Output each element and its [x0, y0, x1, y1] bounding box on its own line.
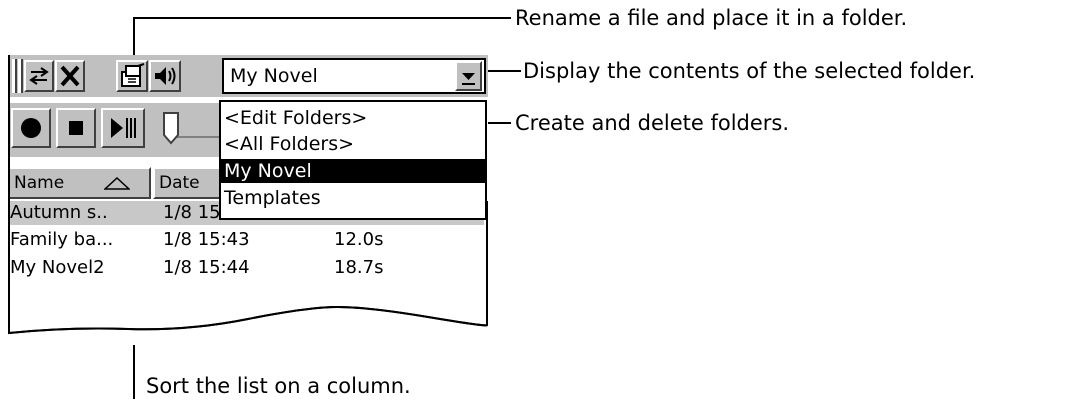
callout-display: Display the contents of the selected fol… [523, 59, 976, 83]
callout-sort: Sort the list on a column. [146, 374, 411, 398]
folder-dropdown-list: <Edit Folders> <All Folders> My Novel Te… [219, 100, 487, 220]
callout-rename: Rename a file and place it in a folder. [515, 6, 908, 30]
dropdown-item-all-folders[interactable]: <All Folders> [221, 132, 485, 156]
leader-display-h [484, 70, 521, 72]
dropdown-item-edit-folders[interactable]: <Edit Folders> [221, 106, 485, 130]
callout-folders: Create and delete folders. [515, 111, 790, 135]
dropdown-item-my-novel[interactable]: My Novel [221, 159, 485, 183]
dropdown-item-templates[interactable]: Templates [221, 186, 485, 210]
leader-rename-h [133, 17, 511, 19]
voice-recorder-window: My Novel Name Date Autumn s.. 1/8 15:43 … [8, 55, 488, 345]
